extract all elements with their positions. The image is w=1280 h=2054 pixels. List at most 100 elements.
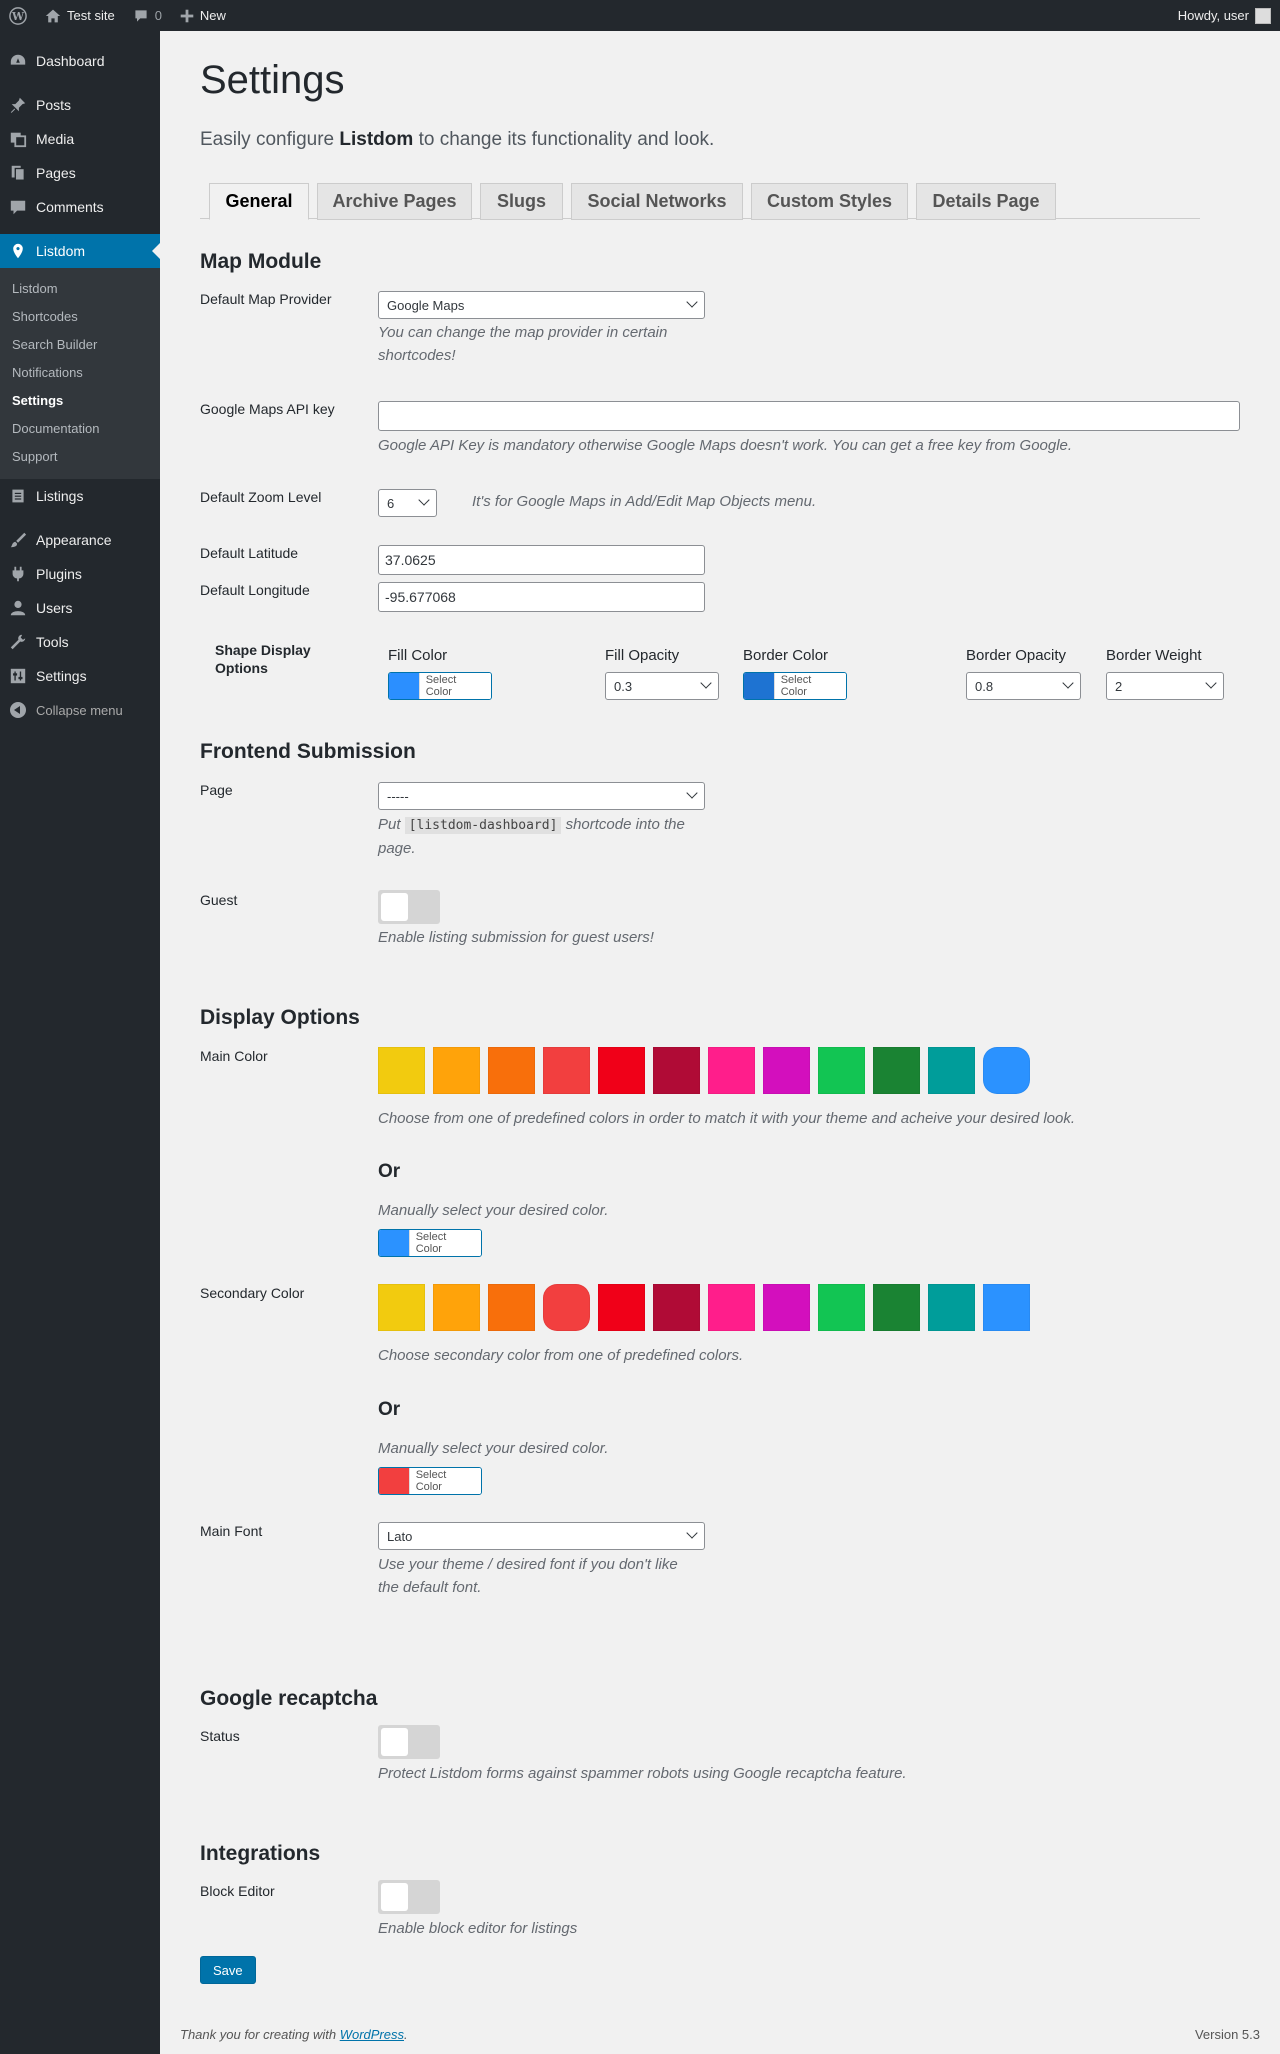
main-color-swatch[interactable] [708,1047,755,1094]
recaptcha-status-desc: Protect Listdom forms against spammer ro… [378,1765,907,1782]
sidebar-item-listings[interactable]: Listings [0,479,160,513]
main-font-select[interactable]: Lato [378,1522,705,1550]
main-color-swatch[interactable] [763,1047,810,1094]
secondary-or-heading: Or [378,1399,401,1420]
save-button[interactable]: Save [200,1956,256,1984]
secondary-color-swatch[interactable] [433,1284,480,1331]
secondary-color-picker[interactable]: Select Color [378,1467,482,1495]
home-icon [45,9,61,22]
secondary-color-swatch[interactable] [378,1284,425,1331]
secondary-color-swatch[interactable] [488,1284,535,1331]
select-value: Lato [387,1528,413,1544]
map-provider-select[interactable]: Google Maps [378,291,705,319]
secondary-color-swatch[interactable] [818,1284,865,1331]
main-color-swatch[interactable] [543,1047,590,1094]
border-color-label: Border Color [743,647,829,664]
sidebar-label: Plugins [36,566,82,582]
toggle-knob [381,893,408,921]
secondary-color-swatch[interactable] [708,1284,755,1331]
secondary-color-swatch [379,1468,409,1494]
sidebar-item-settings[interactable]: Settings [0,659,160,693]
sidebar-item-users[interactable]: Users [0,591,160,625]
sidebar-item-appearance[interactable]: Appearance [0,523,160,557]
secondary-color-swatch[interactable] [763,1284,810,1331]
fill-opacity-select[interactable]: 0.3 [605,672,719,700]
main-color-swatch [379,1230,409,1256]
sidebar-item-dashboard[interactable]: Dashboard [0,44,160,78]
sidebar-item-posts[interactable]: Posts [0,88,160,122]
recaptcha-status-toggle[interactable] [378,1725,440,1759]
zoom-level-select[interactable]: 6 [378,489,437,517]
select-color-text: Select Color [408,1468,481,1494]
secondary-color-swatch[interactable] [928,1284,975,1331]
fill-opacity-label: Fill Opacity [605,647,680,664]
main-color-swatch[interactable] [818,1047,865,1094]
secondary-color-swatch[interactable] [598,1284,645,1331]
frontend-page-label: Page [200,782,233,798]
tab-general[interactable]: General [209,183,309,220]
frontend-page-select[interactable]: ----- [378,782,705,810]
submenu-item-notifications[interactable]: Notifications [0,359,160,387]
border-opacity-select[interactable]: 0.8 [966,672,1081,700]
wordpress-link[interactable]: WordPress [340,2027,404,2042]
submenu-item-support[interactable]: Support [0,443,160,471]
comment-icon [8,197,28,217]
longitude-input[interactable]: -95.677068 [378,582,705,612]
main-color-picker[interactable]: Select Color [378,1229,482,1257]
latitude-input[interactable]: 37.0625 [378,545,705,575]
tab-social-networks[interactable]: Social Networks [571,183,743,220]
main-color-swatch[interactable] [653,1047,700,1094]
main-color-swatch[interactable] [488,1047,535,1094]
main-color-swatch[interactable] [873,1047,920,1094]
sidebar-item-pages[interactable]: Pages [0,156,160,190]
display-options-heading: Display Options [200,1006,360,1029]
submenu-item-search-builder[interactable]: Search Builder [0,331,160,359]
svg-text:W: W [11,10,25,23]
border-weight-select[interactable]: 2 [1106,672,1224,700]
tab-custom-styles[interactable]: Custom Styles [751,183,908,220]
sidebar-item-listdom[interactable]: Listdom [0,234,160,268]
sidebar-label: Dashboard [36,53,105,69]
block-editor-toggle[interactable] [378,1880,440,1914]
sidebar-label: Listdom [36,243,86,259]
sidebar-label: Appearance [36,532,112,548]
wordpress-logo-button[interactable]: W [0,0,36,31]
collapse-menu-button[interactable]: Collapse menu [0,693,160,727]
main-color-swatch[interactable] [598,1047,645,1094]
secondary-color-swatch[interactable] [873,1284,920,1331]
main-color-swatch[interactable] [928,1047,975,1094]
plug-icon [8,564,28,584]
submenu-item-documentation[interactable]: Documentation [0,415,160,443]
fill-color-picker[interactable]: Select Color [388,672,492,700]
tab-details-page[interactable]: Details Page [916,183,1056,220]
main-color-swatch[interactable] [983,1047,1030,1094]
desc-text: shortcode into the [561,816,685,833]
tab-archive-pages[interactable]: Archive Pages [317,183,472,220]
guest-toggle[interactable] [378,890,440,924]
comments-link[interactable]: 0 [124,0,171,31]
secondary-color-swatch[interactable] [983,1284,1030,1331]
main-font-desc: Use your theme / desired font if you don… [378,1553,678,1599]
submenu-item-shortcodes[interactable]: Shortcodes [0,303,160,331]
my-account-link[interactable]: Howdy, user [1169,0,1280,31]
sidebar-item-comments[interactable]: Comments [0,190,160,224]
submenu-item-listdom[interactable]: Listdom [0,275,160,303]
border-color-picker[interactable]: Select Color [743,672,847,700]
sidebar-item-media[interactable]: Media [0,122,160,156]
sidebar-item-plugins[interactable]: Plugins [0,557,160,591]
desc-line: the default font. [378,1579,482,1596]
main-color-swatch[interactable] [433,1047,480,1094]
select-color-text: Select Color [773,673,846,699]
tab-slugs[interactable]: Slugs [480,183,563,220]
new-content-link[interactable]: New [171,0,235,31]
chevron-down-icon [686,787,698,799]
sidebar-item-tools[interactable]: Tools [0,625,160,659]
submenu-item-settings[interactable]: Settings [0,387,160,415]
comments-count: 0 [154,8,162,23]
secondary-color-swatch[interactable] [653,1284,700,1331]
main-color-swatch[interactable] [378,1047,425,1094]
footer-text: . [404,2027,408,2042]
api-key-input[interactable] [378,401,1240,431]
secondary-color-swatch[interactable] [543,1284,590,1331]
site-name-link[interactable]: Test site [36,0,124,31]
